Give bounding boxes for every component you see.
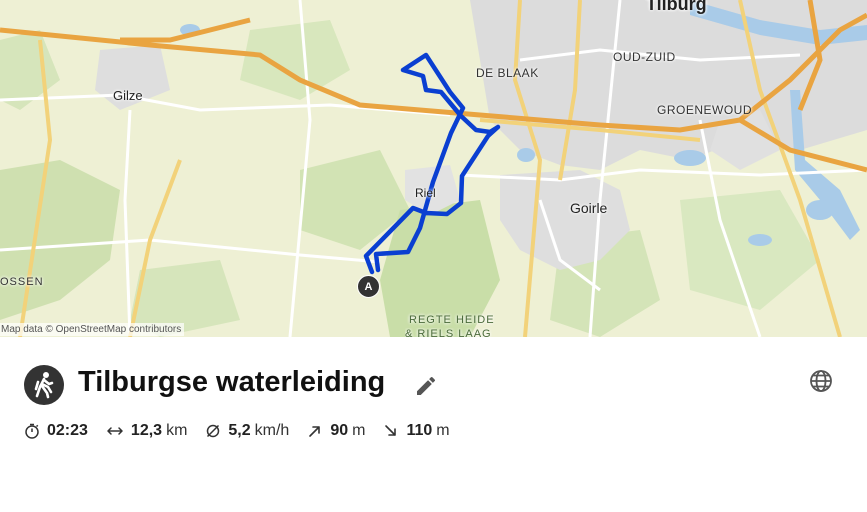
hiking-icon [24,365,64,405]
map-label-gilze: Gilze [113,88,143,103]
speed-unit: km/h [254,422,290,439]
ascent-arrow-icon [309,426,321,437]
duration-value: 02:23 [47,422,88,439]
map-label-goirle: Goirle [570,200,608,216]
map-label-riel: Riel [415,186,436,200]
map-label-regte-heide: REGTE HEIDE [409,314,495,326]
route-map[interactable]: Tilburg OUD-ZUID DE BLAAK GROENEWOUD Gil… [0,0,867,337]
descent-value: 110 [406,422,433,439]
map-label-riels-laag: & RIELS LAAG [405,328,492,337]
globe-icon[interactable] [809,369,833,393]
speed-stat: 5,2 km/h [205,422,289,440]
descent-arrow-icon [385,425,397,436]
map-tiles [0,0,867,337]
distance-unit: km [166,422,188,439]
speed-value: 5,2 [228,422,251,439]
pencil-icon[interactable] [414,374,438,398]
descent-unit: m [436,422,450,439]
route-title: Tilburgse waterleiding [78,366,386,398]
duration-stat: 02:23 [24,422,88,440]
map-label-groenewoud: GROENEWOUD [657,103,752,117]
map-attribution: Map data © OpenStreetMap contributors [0,323,185,336]
map-label-oud-zuid: OUD-ZUID [613,50,676,64]
map-label-de-blaak: DE BLAAK [476,66,539,80]
start-marker[interactable]: A [357,275,380,298]
map-label-tilburg: Tilburg [646,0,707,14]
map-label-ossen: OSSEN [0,276,44,288]
distance-stat: 12,3 km [106,422,187,440]
distance-value: 12,3 [130,422,163,439]
distance-arrows-icon [107,427,123,435]
ascent-stat: 90 m [307,422,365,440]
average-icon [207,424,220,438]
ascent-value: 90 [330,422,349,439]
stopwatch-icon [25,423,39,439]
descent-stat: 110 m [383,422,450,440]
route-stats: 02:23 12,3 km 5,2 km/h 90 m 110 m [24,421,468,441]
ascent-unit: m [352,422,366,439]
